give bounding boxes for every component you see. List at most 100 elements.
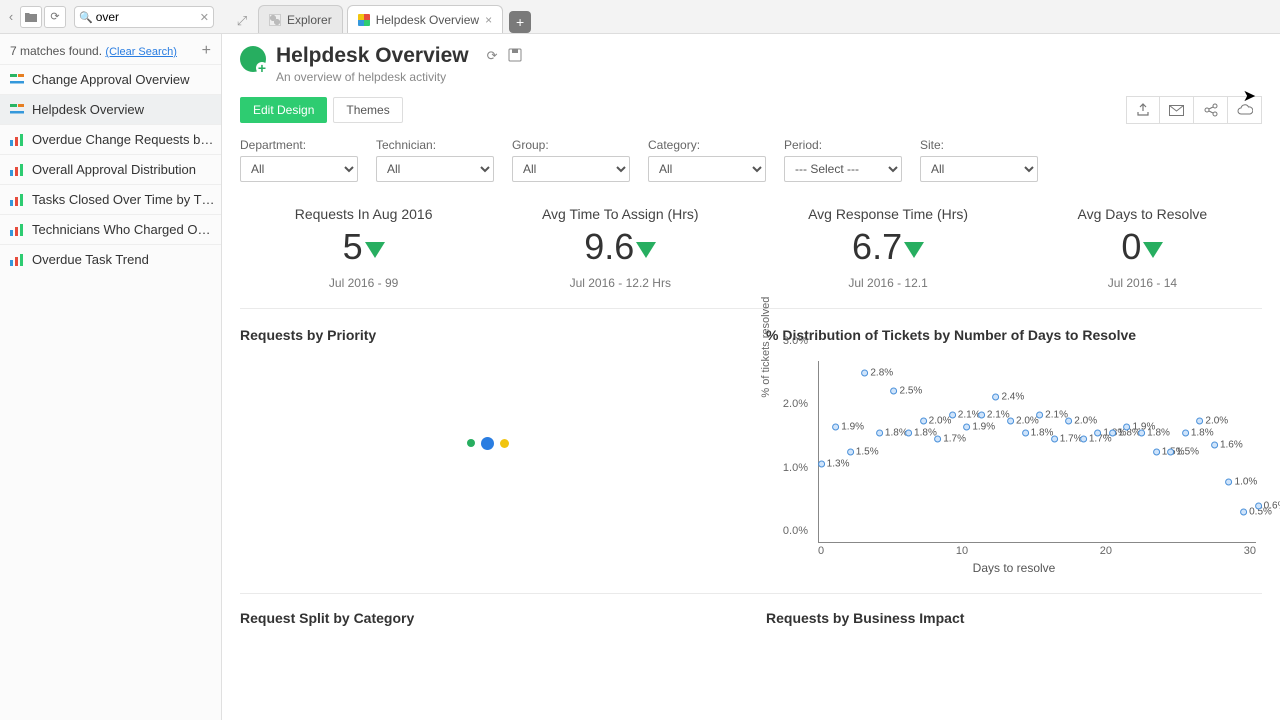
dot-icon bbox=[1022, 430, 1029, 437]
email-icon[interactable] bbox=[1160, 96, 1194, 124]
chart-title: % Distribution of Tickets by Number of D… bbox=[766, 327, 1262, 343]
chart-distribution-by-days: % Distribution of Tickets by Number of D… bbox=[766, 327, 1262, 573]
edit-design-button[interactable]: Edit Design bbox=[240, 97, 327, 123]
sidebar: 7 matches found. (Clear Search) + Change… bbox=[0, 34, 222, 720]
sidebar-list: Change Approval Overview Helpdesk Overvie… bbox=[0, 64, 221, 720]
page-title: Helpdesk Overview bbox=[276, 44, 469, 68]
toolbar: Edit Design Themes bbox=[240, 96, 1262, 124]
refresh-icon[interactable]: ⟳ bbox=[487, 48, 498, 64]
sidebar-item[interactable]: Overdue Change Requests b… bbox=[0, 124, 221, 154]
new-tab-button[interactable]: + bbox=[509, 11, 531, 33]
tab-helpdesk-overview[interactable]: Helpdesk Overview × bbox=[347, 5, 503, 33]
barchart-icon bbox=[10, 224, 24, 236]
sidebar-item[interactable]: Tasks Closed Over Time by T… bbox=[0, 184, 221, 214]
dot-icon bbox=[1007, 418, 1014, 425]
filter-label: Technician: bbox=[376, 138, 494, 152]
filter-select[interactable]: All bbox=[920, 156, 1038, 182]
export-icon[interactable] bbox=[1126, 96, 1160, 124]
dot-icon bbox=[992, 394, 999, 401]
data-point: 1.5% bbox=[847, 446, 879, 457]
data-point: 1.7% bbox=[934, 434, 966, 445]
point-label: 2.0% bbox=[1074, 416, 1097, 427]
sidebar-item-label: Overdue Task Trend bbox=[32, 252, 149, 267]
themes-button[interactable]: Themes bbox=[333, 97, 402, 123]
point-label: 1.3% bbox=[827, 458, 850, 469]
kpi-title: Avg Response Time (Hrs) bbox=[808, 206, 968, 222]
kpi-title: Avg Time To Assign (Hrs) bbox=[542, 206, 699, 222]
share-icon[interactable] bbox=[1194, 96, 1228, 124]
dot-icon bbox=[1138, 430, 1145, 437]
data-point: 2.5% bbox=[890, 386, 922, 397]
data-point: 2.1% bbox=[949, 410, 981, 421]
data-point: 1.9% bbox=[832, 422, 864, 433]
trend-down-icon bbox=[636, 242, 656, 258]
back-icon[interactable]: ‹ bbox=[4, 7, 18, 27]
filter-label: Period: bbox=[784, 138, 902, 152]
filter-select[interactable]: All bbox=[376, 156, 494, 182]
folder-button[interactable] bbox=[20, 6, 42, 28]
point-label: 2.8% bbox=[870, 368, 893, 379]
point-label: 1.8% bbox=[1191, 428, 1214, 439]
chart-requests-by-priority: Requests by Priority bbox=[240, 327, 736, 573]
point-label: 1.9% bbox=[972, 422, 995, 433]
kpi-card: Avg Response Time (Hrs) 6.7 Jul 2016 - 1… bbox=[808, 206, 968, 290]
filter-label: Category: bbox=[648, 138, 766, 152]
sidebar-item[interactable]: Overdue Task Trend bbox=[0, 244, 221, 274]
data-point: 1.3% bbox=[818, 458, 850, 469]
save-icon[interactable] bbox=[508, 48, 522, 64]
point-label: 2.5% bbox=[899, 386, 922, 397]
close-icon[interactable]: × bbox=[485, 13, 492, 27]
point-label: 0.6% bbox=[1264, 500, 1280, 511]
barchart-icon bbox=[10, 134, 24, 146]
point-label: 2.0% bbox=[1205, 416, 1228, 427]
tab-label: Helpdesk Overview bbox=[376, 13, 479, 27]
tab-explorer[interactable]: Explorer bbox=[258, 5, 343, 33]
sidebar-item[interactable]: Change Approval Overview bbox=[0, 64, 221, 94]
point-label: 1.5% bbox=[856, 446, 879, 457]
dot-icon bbox=[832, 424, 839, 431]
sidebar-item[interactable]: Helpdesk Overview bbox=[0, 94, 221, 124]
filter-select[interactable]: --- Select --- bbox=[784, 156, 902, 182]
page-subtitle: An overview of helpdesk activity bbox=[276, 70, 469, 84]
sidebar-item-label: Helpdesk Overview bbox=[32, 102, 144, 117]
dot-icon bbox=[818, 460, 825, 467]
kpi-card: Avg Time To Assign (Hrs) 9.6 Jul 2016 - … bbox=[542, 206, 699, 290]
filter-select[interactable]: All bbox=[512, 156, 630, 182]
clear-search-icon[interactable]: ✕ bbox=[200, 11, 209, 24]
kpi-card: Requests In Aug 2016 5 Jul 2016 - 99 bbox=[295, 206, 433, 290]
data-point: 1.8% bbox=[1182, 428, 1214, 439]
data-point: 2.1% bbox=[978, 410, 1010, 421]
point-label: 1.5% bbox=[1176, 446, 1199, 457]
sidebar-item[interactable]: Technicians Who Charged O… bbox=[0, 214, 221, 244]
reload-button[interactable]: ⟳ bbox=[44, 6, 66, 28]
search-icon: 🔍 bbox=[79, 11, 93, 24]
filter-select[interactable]: All bbox=[648, 156, 766, 182]
kpi-title: Avg Days to Resolve bbox=[1078, 206, 1208, 222]
barchart-icon bbox=[10, 164, 24, 176]
search-input[interactable] bbox=[96, 10, 196, 24]
clear-search-link[interactable]: (Clear Search) bbox=[105, 46, 177, 58]
kpi-compare: Jul 2016 - 14 bbox=[1078, 276, 1208, 290]
pin-icon[interactable]: ⤢ bbox=[230, 9, 254, 33]
loading-indicator bbox=[240, 353, 736, 533]
filter-label: Group: bbox=[512, 138, 630, 152]
sidebar-item-label: Change Approval Overview bbox=[32, 72, 190, 87]
sidebar-item[interactable]: Overall Approval Distribution bbox=[0, 154, 221, 184]
data-point: 1.7% bbox=[1051, 434, 1083, 445]
chart-request-split-by-category: Request Split by Category bbox=[240, 610, 736, 626]
search-box[interactable]: 🔍 ✕ bbox=[74, 6, 214, 28]
search-matches: 7 matches found. (Clear Search) + bbox=[0, 34, 221, 64]
kpi-row: Requests In Aug 2016 5 Jul 2016 - 99 Avg … bbox=[240, 206, 1262, 309]
sidebar-item-label: Tasks Closed Over Time by T… bbox=[32, 192, 215, 207]
dot-icon bbox=[934, 436, 941, 443]
dot-icon bbox=[1255, 502, 1262, 509]
filter: Group: All bbox=[512, 138, 630, 182]
dot-icon bbox=[1167, 448, 1174, 455]
add-item-icon[interactable]: + bbox=[202, 42, 211, 60]
dot-icon bbox=[1109, 430, 1116, 437]
cloud-icon[interactable] bbox=[1228, 96, 1262, 124]
barchart-icon bbox=[10, 194, 24, 206]
dot-icon bbox=[1211, 442, 1218, 449]
filter-bar: Department:AllTechnician:AllGroup:AllCat… bbox=[240, 138, 1262, 182]
filter-select[interactable]: All bbox=[240, 156, 358, 182]
